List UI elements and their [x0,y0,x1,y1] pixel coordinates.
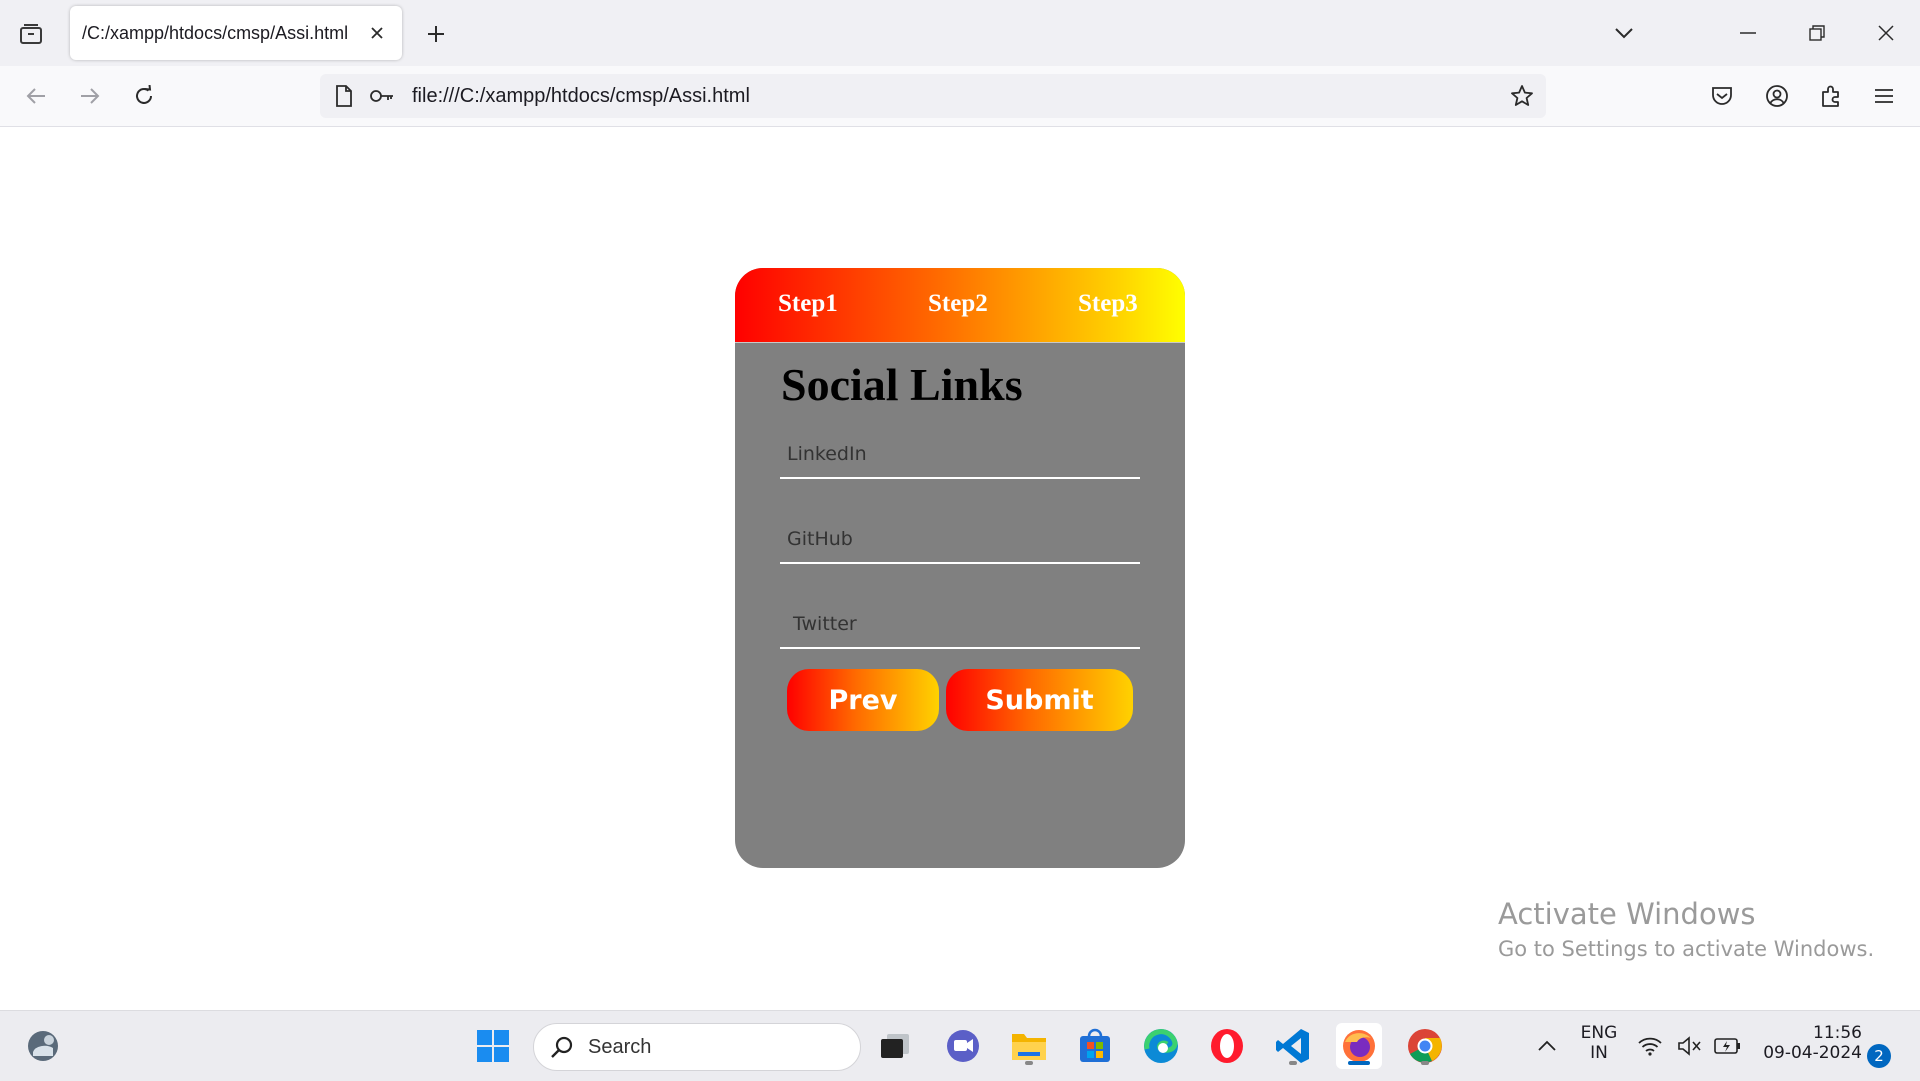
active-tab[interactable]: /C:/xampp/htdocs/cmsp/Assi.html [70,6,402,60]
menu-icon[interactable] [1866,78,1902,114]
github-field [780,516,1140,564]
task-view-icon[interactable] [872,1023,918,1069]
prev-button[interactable]: Prev [787,669,939,731]
account-icon[interactable] [1759,78,1795,114]
watermark-subtitle: Go to Settings to activate Windows. [1498,937,1875,961]
taskbar: Search ENG IN 11:56 09-04-2024 2 [0,1010,1920,1081]
form-card: Step1 Step2 Step3 Social Links Prev Subm… [735,268,1185,868]
language-indicator[interactable]: ENG IN [1574,1023,1624,1063]
activation-watermark: Activate Windows Go to Settings to activ… [1498,897,1874,961]
clock[interactable]: 11:56 09-04-2024 [1756,1023,1862,1063]
notification-badge[interactable]: 2 [1867,1044,1891,1068]
widgets-icon[interactable] [20,1023,66,1069]
close-icon[interactable] [364,20,390,46]
edge-icon[interactable] [1138,1023,1184,1069]
minimize-icon[interactable] [1728,14,1768,52]
submit-button[interactable]: Submit [946,669,1133,731]
linkedin-input[interactable] [780,431,1140,477]
restore-icon[interactable] [1797,14,1837,52]
page-icon [332,84,356,108]
step-2: Step2 [928,290,988,317]
running-indicator [1289,1061,1297,1065]
file-explorer-icon[interactable] [1006,1023,1052,1069]
window-close-icon[interactable] [1866,14,1906,52]
forward-icon[interactable] [72,78,108,114]
opera-icon[interactable] [1204,1023,1250,1069]
github-input[interactable] [780,516,1140,562]
twitter-field [780,601,1140,649]
windows-start-icon[interactable] [470,1023,516,1069]
back-icon[interactable] [18,78,54,114]
url-text: file:///C:/xampp/htdocs/cmsp/Assi.html [412,85,750,107]
running-indicator [1025,1061,1033,1065]
wifi-icon[interactable] [1630,1023,1670,1069]
tab-title: /C:/xampp/htdocs/cmsp/Assi.html [82,23,349,43]
chevron-up-icon[interactable] [1524,1023,1570,1069]
url-bar[interactable]: file:///C:/xampp/htdocs/cmsp/Assi.html [320,74,1546,118]
pocket-icon[interactable] [1704,78,1740,114]
running-indicator [1421,1061,1429,1065]
twitter-input[interactable] [780,601,1140,647]
step-1: Step1 [778,290,838,317]
clock-date: 09-04-2024 [1763,1043,1862,1063]
browser-tab-bar: /C:/xampp/htdocs/cmsp/Assi.html [0,0,1920,66]
linkedin-field [780,431,1140,479]
extensions-icon[interactable] [1813,78,1849,114]
firefox-icon[interactable] [1336,1023,1382,1069]
region-code: IN [1590,1043,1608,1063]
store-icon[interactable] [1072,1023,1118,1069]
bookmark-star-icon[interactable] [1510,84,1534,108]
firefox-view-icon[interactable] [14,18,48,50]
watermark-title: Activate Windows [1498,897,1756,931]
browser-nav-bar: file:///C:/xampp/htdocs/cmsp/Assi.html [0,66,1920,127]
taskbar-search[interactable]: Search [533,1023,861,1071]
progress-steps: Step1 Step2 Step3 [735,268,1185,343]
search-icon [550,1035,574,1064]
chevron-down-icon[interactable] [1604,14,1644,52]
reload-icon[interactable] [126,78,162,114]
vscode-icon[interactable] [1270,1023,1316,1069]
key-icon[interactable] [370,84,394,108]
new-tab-icon[interactable] [420,18,452,50]
language-code: ENG [1580,1023,1618,1043]
form-title: Social Links [781,359,1023,410]
step-3: Step3 [1078,290,1138,317]
battery-icon[interactable] [1708,1023,1748,1069]
meet-icon[interactable] [940,1023,986,1069]
search-placeholder: Search [588,1036,652,1058]
active-indicator [1348,1061,1370,1065]
volume-muted-icon[interactable] [1670,1023,1710,1069]
clock-time: 11:56 [1813,1023,1862,1043]
chrome-icon[interactable] [1402,1023,1448,1069]
